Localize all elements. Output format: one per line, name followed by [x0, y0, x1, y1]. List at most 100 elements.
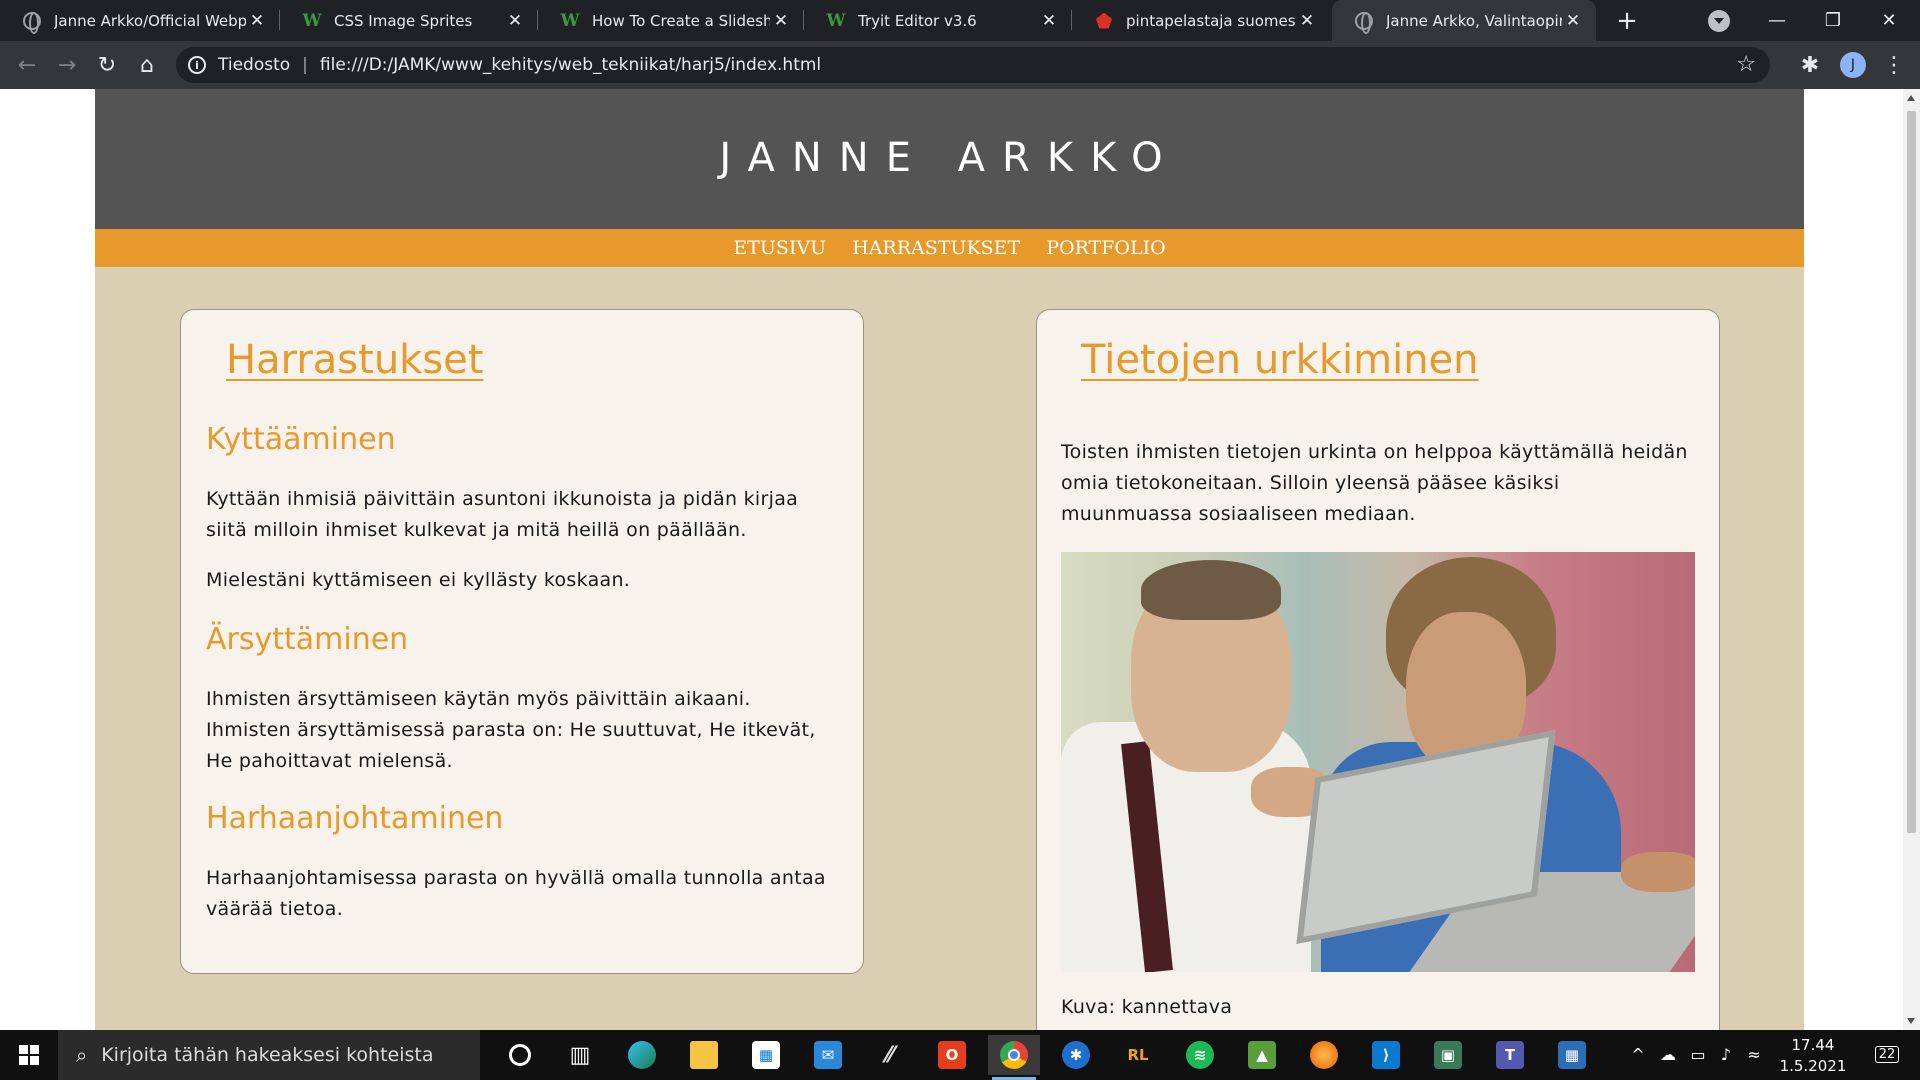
search-icon: ⌕	[76, 1043, 88, 1067]
extensions-icon[interactable]: ✱	[1794, 49, 1826, 81]
restore-window-button[interactable]: ❐	[1810, 0, 1856, 41]
site-security-label: Tiedosto	[218, 55, 291, 75]
section-paragraph: Ihmisten ärsyttämiseen käytän myös päivi…	[206, 688, 816, 772]
file-explorer-icon[interactable]	[678, 1035, 730, 1075]
app-icon[interactable]: ▣	[1422, 1035, 1474, 1075]
onedrive-icon[interactable]: ☁	[1656, 1042, 1680, 1066]
laptop-photo	[1061, 552, 1695, 972]
close-tab-icon[interactable]: ✕	[1038, 10, 1060, 32]
nav-link-etusivu[interactable]: ETUSIVU	[733, 237, 826, 259]
browser-toolbar: ← → ↻ ⌂ i Tiedosto | file:///D:/JAMK/www…	[0, 41, 1920, 89]
section-title: Harhaanjohtaminen	[206, 801, 504, 836]
section-paragraph: Mielestäni kyttämiseen ei kyllästy koska…	[206, 569, 631, 591]
address-bar[interactable]: i Tiedosto | file:///D:/JAMK/www_kehitys…	[176, 47, 1770, 83]
task-view-icon[interactable]: ▥	[554, 1035, 606, 1075]
start-button[interactable]	[0, 1030, 58, 1080]
volume-icon[interactable]: ♪	[1714, 1042, 1738, 1066]
cortana-button[interactable]	[494, 1035, 546, 1075]
browser-menu-icon[interactable]: ⋮	[1878, 49, 1910, 81]
nav-link-harrastukset[interactable]: HARRASTUKSET	[852, 237, 1020, 259]
hobbies-heading-link[interactable]: Harrastukset	[226, 337, 483, 383]
url-text[interactable]: file:///D:/JAMK/www_kehitys/web_tekniika…	[320, 55, 821, 75]
browser-tab[interactable]: W CSS Image Sprites ✕	[280, 0, 538, 41]
browser-tab-active[interactable]: Janne Arkko, Valintaopintojakso ✕	[1332, 0, 1596, 41]
app-icon[interactable]: RL	[1112, 1035, 1164, 1075]
bookmark-star-icon[interactable]: ☆	[1736, 52, 1756, 77]
clock-time: 17.44	[1791, 1036, 1835, 1054]
home-button[interactable]: ⌂	[131, 49, 163, 81]
browser-tab[interactable]: W How To Create a Slideshow ✕	[538, 0, 804, 41]
battery-icon[interactable]: ▭	[1686, 1042, 1710, 1066]
site-navigation: ETUSIVU HARRASTUKSET PORTFOLIO	[95, 229, 1804, 267]
close-tab-icon[interactable]: ✕	[1296, 10, 1318, 32]
scroll-up-icon[interactable]	[1907, 95, 1915, 101]
clock-date: 1.5.2021	[1779, 1057, 1847, 1075]
profile-avatar[interactable]: J	[1840, 52, 1866, 78]
spotify-icon[interactable]: ≋	[1174, 1035, 1226, 1075]
windows-taskbar: ⌕ Kirjoita tähän hakeaksesi kohteista ▥ …	[0, 1030, 1920, 1080]
w3schools-icon: W	[302, 10, 322, 31]
app-icon[interactable]: ⁄⁄	[864, 1035, 916, 1075]
show-hidden-icons-icon[interactable]: ^	[1626, 1042, 1650, 1066]
calculator-icon[interactable]: ▦	[1546, 1035, 1598, 1075]
w3schools-icon: W	[826, 10, 846, 31]
app-icon[interactable]: ✱	[1050, 1035, 1102, 1075]
close-tab-icon[interactable]: ✕	[770, 10, 792, 32]
notification-count: 22	[1874, 1045, 1900, 1063]
nav-link-portfolio[interactable]: PORTFOLIO	[1046, 237, 1165, 259]
tab-title: CSS Image Sprites	[334, 11, 473, 30]
globe-icon	[22, 11, 42, 34]
close-tab-icon[interactable]: ✕	[246, 10, 268, 32]
notification-center-icon[interactable]: 22	[1870, 1042, 1904, 1066]
app-icon[interactable]: ▲	[1236, 1035, 1288, 1075]
snooping-heading-link[interactable]: Tietojen urkkiminen	[1081, 337, 1479, 383]
snooping-paragraph: Toisten ihmisten tietojen urkinta on hel…	[1061, 441, 1688, 525]
site-title: JANNE ARKKO	[719, 135, 1180, 181]
browser-tab-strip: Janne Arkko/Official Webpage ✕ W CSS Ima…	[0, 0, 1920, 41]
reload-button[interactable]: ↻	[91, 49, 123, 81]
browser-tab[interactable]: W Tryit Editor v3.6 ✕	[804, 0, 1072, 41]
browser-tab[interactable]: Janne Arkko/Official Webpage ✕	[0, 0, 280, 41]
close-tab-icon[interactable]: ✕	[504, 10, 526, 32]
chevron-down-icon	[1714, 18, 1724, 24]
close-window-button[interactable]: ✕	[1866, 0, 1912, 41]
wifi-icon[interactable]: ≈	[1742, 1042, 1766, 1066]
tab-search-button[interactable]	[1708, 10, 1730, 32]
chrome-icon[interactable]	[988, 1035, 1040, 1080]
dictionary-icon	[1094, 11, 1114, 31]
firefox-icon[interactable]	[1298, 1035, 1350, 1075]
office-icon[interactable]: O	[926, 1035, 978, 1075]
globe-icon	[1354, 11, 1374, 34]
windows-logo-icon	[19, 1045, 39, 1065]
edge-icon[interactable]	[616, 1035, 668, 1075]
info-icon[interactable]: i	[188, 56, 206, 74]
mail-icon[interactable]: ✉	[802, 1035, 854, 1075]
section-title: Kyttääminen	[206, 422, 396, 457]
new-tab-button[interactable]: +	[1612, 6, 1642, 36]
page-viewport: JANNE ARKKO ETUSIVU HARRASTUKSET PORTFOL…	[0, 89, 1903, 1030]
snooping-card: Tietojen urkkiminen Toisten ihmisten tie…	[1036, 309, 1720, 1030]
taskbar-search-box[interactable]: ⌕ Kirjoita tähän hakeaksesi kohteista	[58, 1030, 480, 1080]
hobbies-card: Harrastukset Kyttääminen Kyttään ihmisiä…	[180, 309, 864, 974]
back-button[interactable]: ←	[11, 49, 43, 81]
tab-title: Tryit Editor v3.6	[858, 11, 977, 30]
store-icon[interactable]: ▦	[740, 1035, 792, 1075]
forward-button[interactable]: →	[51, 49, 83, 81]
section-paragraph: Harhaanjohtamisessa parasta on hyvällä o…	[206, 867, 826, 920]
photo-caption: Kuva: kannettava	[1061, 996, 1233, 1018]
site-header: JANNE ARKKO	[95, 89, 1804, 229]
teams-icon[interactable]: T	[1484, 1035, 1536, 1075]
scrollbar-thumb[interactable]	[1907, 111, 1916, 833]
scroll-down-icon[interactable]	[1907, 1018, 1915, 1024]
section-paragraph: Kyttään ihmisiä päivittäin asuntoni ikku…	[206, 488, 799, 541]
minimize-window-button[interactable]: —	[1754, 0, 1800, 41]
site-wrapper: JANNE ARKKO ETUSIVU HARRASTUKSET PORTFOL…	[95, 89, 1804, 1030]
page-scrollbar[interactable]	[1903, 89, 1920, 1030]
close-tab-icon[interactable]: ✕	[1562, 10, 1584, 32]
vscode-icon[interactable]: ⟩	[1360, 1035, 1412, 1075]
taskbar-clock[interactable]: 17.44 1.5.2021	[1768, 1035, 1858, 1077]
tab-title: How To Create a Slideshow	[592, 11, 770, 30]
section-title: Ärsyttäminen	[206, 622, 409, 657]
browser-tab[interactable]: pintapelastaja suomesta englanniksi ✕	[1072, 0, 1330, 41]
search-placeholder: Kirjoita tähän hakeaksesi kohteista	[101, 1044, 434, 1066]
